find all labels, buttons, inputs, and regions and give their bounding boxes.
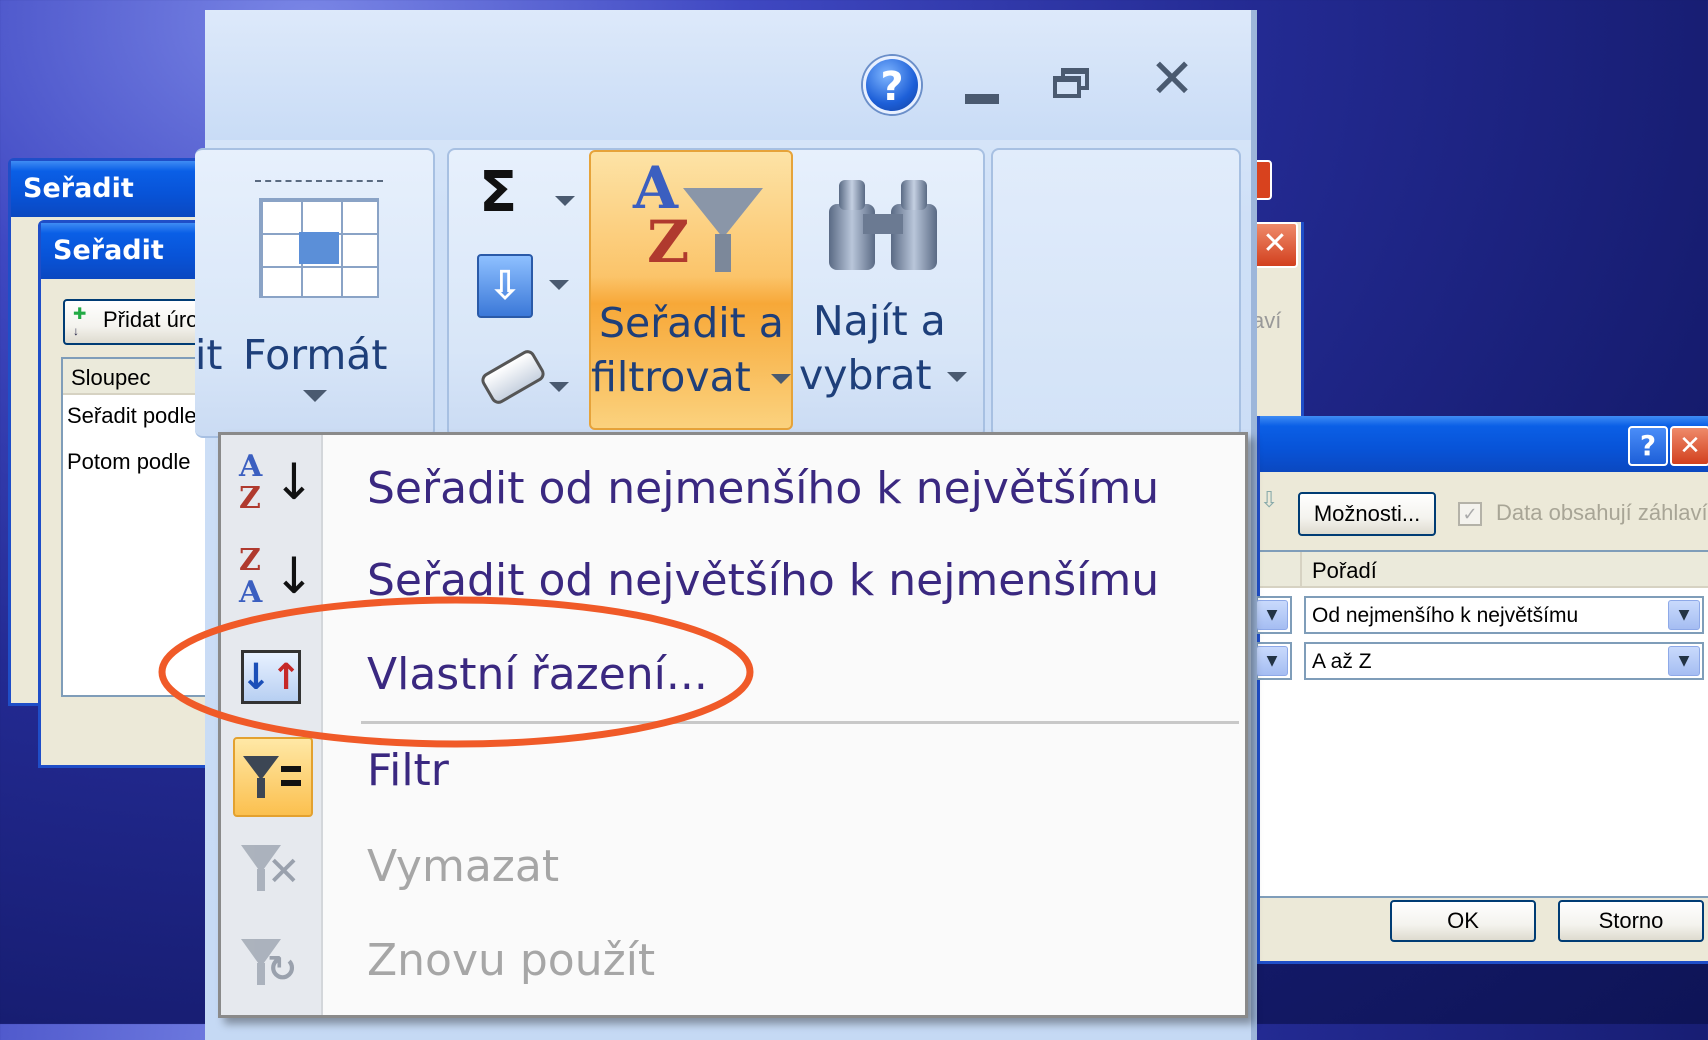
header-checkbox-label: Data obsahují záhlaví xyxy=(1496,500,1708,525)
menu-item-label: Znovu použít xyxy=(367,935,656,986)
column-header: Sloupec xyxy=(71,365,151,390)
sort-filter-label-1: Seřadit a xyxy=(599,299,784,347)
ok-button[interactable]: OK xyxy=(1390,900,1536,942)
window-titlebar: ? ✕ xyxy=(205,10,1251,140)
restore-icon[interactable] xyxy=(1053,68,1089,98)
format-dropdown-arrow[interactable] xyxy=(303,390,327,402)
format-table-icon[interactable] xyxy=(255,180,383,304)
ruler-line xyxy=(255,180,383,192)
header-divider xyxy=(1300,552,1302,588)
reapply-filter-icon: ↻ xyxy=(235,927,307,999)
sum-icon[interactable]: Σ xyxy=(479,160,517,225)
selected-cell xyxy=(299,232,339,264)
grid-row-then-by[interactable]: Potom podle xyxy=(67,449,191,475)
order-value-1: Od nejmenšího k největšímu xyxy=(1312,604,1579,627)
find-select-button[interactable]: Najít a vybrat xyxy=(799,150,979,430)
bridge xyxy=(863,214,903,234)
restore-front xyxy=(1053,76,1081,98)
fill-dropdown-arrow[interactable] xyxy=(549,280,569,290)
order-value-2: A až Z xyxy=(1312,650,1372,673)
format-label: Formát xyxy=(243,331,388,379)
chevron-down-icon: ▼ xyxy=(1256,600,1288,630)
minimize-icon[interactable] xyxy=(965,94,999,104)
chevron-down-icon xyxy=(947,372,967,382)
menu-item-label: Vymazat xyxy=(367,841,560,892)
order-header: Pořadí xyxy=(1312,558,1377,583)
chevron-down-icon xyxy=(771,374,791,384)
header-checkbox[interactable]: ✓ xyxy=(1458,502,1482,526)
binoculars-icon xyxy=(823,174,943,274)
dialog-titlebar: ? ✕ xyxy=(1260,416,1708,472)
eyepiece-right xyxy=(901,180,927,210)
annotation-ellipse xyxy=(158,596,754,748)
find-select-label-2: vybrat xyxy=(799,351,932,399)
help-icon[interactable]: ? xyxy=(863,56,921,114)
ribbon-group-editing: Σ ⇩ A Z Seřadit a filtrovat Najít a vybr… xyxy=(447,148,985,438)
close-button[interactable]: ✕ xyxy=(1252,222,1298,268)
close-icon[interactable]: ✕ xyxy=(1145,52,1199,106)
menu-item-reapply: ↻ Znovu použít xyxy=(221,919,1245,1011)
sort-ascending-icon: A Z ↓ xyxy=(239,449,315,516)
menu-item-label: Seřadit od nejmenšího k největšímu xyxy=(367,463,1160,514)
sum-dropdown-arrow[interactable] xyxy=(555,196,575,206)
funnel-stem xyxy=(715,234,731,272)
column-combo-2[interactable]: ▼ xyxy=(1256,642,1292,680)
grid-row-sort-by[interactable]: Seřadit podle xyxy=(67,403,197,429)
funnel-top xyxy=(683,188,763,238)
sort-dialog-right: ? ✕ ⇩ Možnosti... ✓ Data obsahují záhlav… xyxy=(1256,416,1708,964)
chevron-down-icon: ▼ xyxy=(1256,646,1288,676)
column-combo-1[interactable]: ▼ xyxy=(1256,596,1292,634)
menu-item-sort-ascending[interactable]: A Z ↓ Seřadit od nejmenšího k největšímu xyxy=(221,443,1245,535)
options-button[interactable]: Možnosti... xyxy=(1298,492,1436,536)
format-label-partial: it xyxy=(195,331,223,379)
ribbon-group-cells: it Formát xyxy=(195,148,435,438)
sort-filter-label-2: filtrovat xyxy=(591,353,751,401)
order-combo-1[interactable]: Od nejmenšího k největšímu ▼ xyxy=(1304,596,1704,634)
grid-header: Pořadí xyxy=(1260,552,1708,588)
ribbon-group-empty xyxy=(991,148,1241,438)
cancel-button[interactable]: Storno xyxy=(1558,900,1704,942)
clear-filter-icon: ✕ xyxy=(235,833,307,905)
help-button[interactable]: ? xyxy=(1628,426,1668,466)
move-down-icon[interactable]: ⇩ xyxy=(1260,488,1290,526)
clear-dropdown-arrow[interactable] xyxy=(549,382,569,392)
eyepiece-left xyxy=(839,180,865,210)
sort-filter-icon: A Z xyxy=(627,154,767,280)
add-level-icon: ✚ ↓ xyxy=(73,306,87,339)
chevron-down-icon: ▼ xyxy=(1668,600,1700,630)
chevron-down-icon: ▼ xyxy=(1668,646,1700,676)
order-combo-2[interactable]: A až Z ▼ xyxy=(1304,642,1704,680)
menu-item-clear: ✕ Vymazat xyxy=(221,825,1245,917)
order-grid: Pořadí ▼ Od nejmenšího k největšímu ▼ ▼ … xyxy=(1256,550,1708,898)
highlight-ring xyxy=(158,596,754,748)
add-level-label: Přidat úro xyxy=(103,307,199,332)
eraser-icon[interactable] xyxy=(478,347,548,407)
sort-filter-button[interactable]: A Z Seřadit a filtrovat xyxy=(589,150,793,430)
sort-dialog-right-back: ✕ aví xyxy=(1252,222,1304,422)
fill-down-icon[interactable]: ⇩ xyxy=(477,254,533,318)
close-button[interactable]: ✕ xyxy=(1670,426,1708,466)
find-select-label-1: Najít a xyxy=(813,297,946,345)
